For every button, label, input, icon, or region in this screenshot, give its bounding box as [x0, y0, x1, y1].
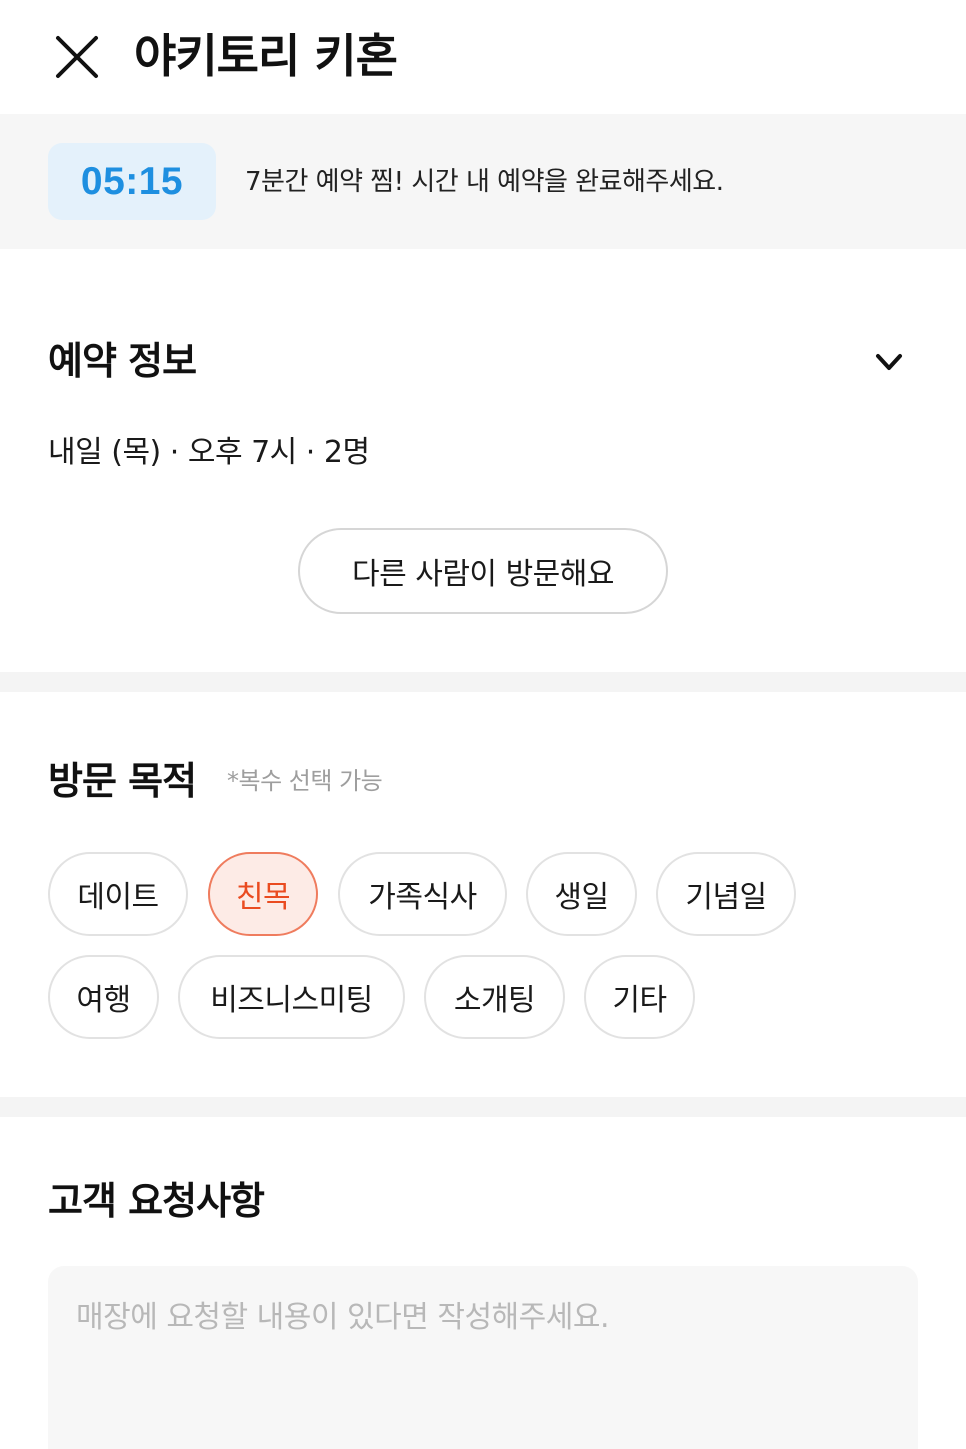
close-button[interactable] [50, 30, 104, 84]
customer-request-input[interactable] [48, 1266, 918, 1449]
countdown-badge: 05:15 [48, 143, 216, 220]
header: 야키토리 키혼 [0, 0, 966, 114]
chevron-down-icon [876, 354, 902, 370]
multi-select-note: *복수 선택 가능 [227, 767, 383, 795]
visit-purpose-title: 방문 목적 [48, 759, 197, 803]
purpose-chip-social[interactable]: 친목 [208, 852, 318, 936]
close-icon [56, 36, 98, 78]
section-divider [0, 672, 966, 692]
purpose-chip-other[interactable]: 기타 [584, 955, 695, 1039]
section-divider [0, 1097, 966, 1117]
purpose-chip-date[interactable]: 데이트 [48, 852, 188, 936]
purpose-chip-travel[interactable]: 여행 [48, 955, 159, 1039]
countdown-value: 05:15 [80, 159, 184, 203]
purpose-chip-business-meeting[interactable]: 비즈니스미팅 [178, 955, 405, 1039]
other-visitor-button[interactable]: 다른 사람이 방문해요 [298, 528, 668, 614]
customer-request-title: 고객 요청사항 [48, 1179, 265, 1223]
page-title: 야키토리 키혼 [134, 29, 398, 83]
expand-reservation-button[interactable] [870, 343, 908, 381]
timer-message: 7분간 예약 찜! 시간 내 예약을 완료해주세요. [245, 167, 724, 197]
purpose-chip-blind-date[interactable]: 소개팅 [424, 955, 565, 1039]
reservation-info-title: 예약 정보 [48, 339, 197, 383]
reservation-summary: 내일 (목) · 오후 7시 · 2명 [48, 435, 370, 470]
reservation-timer-bar: 05:15 7분간 예약 찜! 시간 내 예약을 완료해주세요. [0, 114, 966, 249]
purpose-chip-birthday[interactable]: 생일 [526, 852, 637, 936]
purpose-chip-family-meal[interactable]: 가족식사 [338, 852, 507, 936]
purpose-chip-anniversary[interactable]: 기념일 [656, 852, 796, 936]
